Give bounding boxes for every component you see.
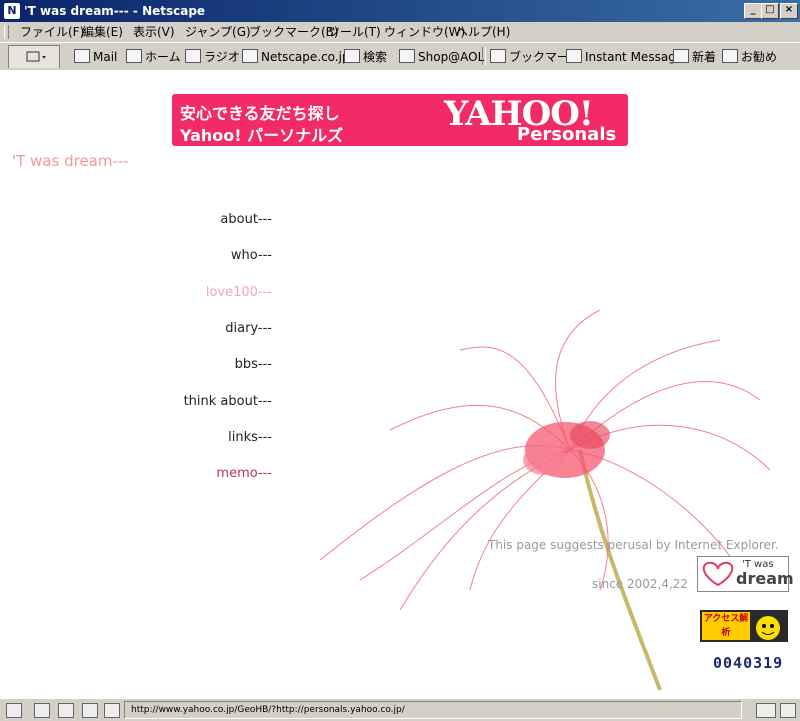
access-label: アクセス解析 [702,612,750,640]
menu-item-1[interactable]: 編集(E) [82,24,123,40]
mascot-icon [756,616,780,640]
bookmark-icon [673,49,689,63]
browser-note: This page suggests perusal by Internet E… [488,538,779,552]
window-title: 'T was dream--- - Netscape [24,4,206,18]
menu-item-0[interactable]: ファイル(F) [20,24,84,40]
toolbar-item-2[interactable]: ラジオ [185,49,240,65]
toolbar-item-9[interactable]: お勧め [722,49,777,65]
shop-icon [399,49,415,63]
nav-link-3[interactable]: diary--- [225,321,272,336]
nav-link-5[interactable]: think about--- [184,394,272,409]
netscape-icon: N [4,3,20,19]
toolbar-item-label: 新着 [692,50,717,64]
page-content: 安心できる友だち探し Yahoo! パーソナルズ YAHOO! Personal… [0,70,800,698]
toolbar-item-label: Mail [93,50,118,64]
minimize-button[interactable]: _ [744,3,762,19]
since-date: since 2002,4,22 [592,577,689,591]
menu-bar: ファイル(F) 編集(E) 表示(V) ジャンプ(G) ブックマーク(B) ツール(T) ウ… [0,22,800,42]
aim-status-icon[interactable] [58,703,74,718]
personal-toolbar: Mail ホーム ラジオ Netscape.co.jp 検索 Shop@AOL ブックマーク… [0,42,800,72]
badge-line2: dream [736,569,794,588]
title-bar: N 'T was dream--- - Netscape _ □ × [0,0,800,22]
home-icon [126,49,142,63]
nav-link-2[interactable]: love100--- [206,285,272,300]
bookmark-icon [722,49,738,63]
toolbar-separator [482,47,486,65]
my-netscape-icon [242,49,258,63]
tab-icon [26,51,46,62]
mail-icon [74,49,90,63]
toolbar-item-3[interactable]: Netscape.co.jp [242,49,350,65]
nav-link-0[interactable]: about--- [220,212,272,227]
menu-item-6[interactable]: ウィンドウ(W) [384,24,465,40]
access-analysis-button[interactable]: アクセス解析 [700,610,788,642]
nav-link-7[interactable]: memo--- [216,466,272,481]
menu-item-2[interactable]: 表示(V) [133,24,175,40]
toolbar-item-4[interactable]: 検索 [344,49,387,65]
toolbar-item-label: 検索 [363,50,388,64]
toolbar-tab[interactable] [8,45,60,68]
toolbar-item-5[interactable]: Shop@AOL [399,49,484,65]
security-lock-icon [780,703,796,718]
maximize-button[interactable]: □ [761,3,779,19]
radio-icon [185,49,201,63]
menu-item-7[interactable]: ヘルプ(H) [456,24,510,40]
toolbar-item-0[interactable]: Mail [74,49,117,65]
status-url: http://www.yahoo.co.jp/GeoHB/?http://per… [124,701,742,719]
banner-line2: Yahoo! パーソナルズ [180,126,344,145]
menu-item-5[interactable]: ツール(T) [328,24,381,40]
status-bar: http://www.yahoo.co.jp/GeoHB/?http://per… [0,698,800,721]
search-icon [344,49,360,63]
close-button[interactable]: × [780,3,798,19]
toolbar-item-label: Shop@AOL [418,50,485,64]
nav-link-1[interactable]: who--- [231,248,272,263]
toolbar-item-label: ラジオ [204,50,240,64]
twas-dream-badge[interactable]: 'T was dream [697,556,794,592]
banner-line1: 安心できる友だち探し [180,104,340,123]
menu-item-3[interactable]: ジャンプ(G) [185,24,251,40]
toolbar-item-label: Instant Message [585,50,684,64]
toolbar-item-1[interactable]: ホーム [126,49,181,65]
menu-item-4[interactable]: ブックマーク(B) [249,24,339,40]
composer-status-icon[interactable] [82,703,98,718]
menu-grip[interactable] [4,25,9,39]
toolbar-item-7[interactable]: Instant Message [566,49,683,65]
connection-icon [756,703,776,718]
toolbar-item-label: ホーム [145,50,181,64]
toolbar-item-8[interactable]: 新着 [673,49,716,65]
address-book-status-icon[interactable] [104,703,120,718]
netscape-status-icon[interactable] [6,703,22,718]
bookmark-icon [566,49,582,63]
nav-link-4[interactable]: bbs--- [235,357,272,372]
mail-status-icon[interactable] [34,703,50,718]
folder-icon [490,49,506,63]
yahoo-personals-banner[interactable]: 安心できる友だち探し Yahoo! パーソナルズ YAHOO! Personal… [172,94,628,146]
nav-link-6[interactable]: links--- [228,430,272,445]
banner-personals: Personals [517,124,617,145]
access-counter: 0040319 [713,654,784,672]
toolbar-item-label: Netscape.co.jp [261,50,350,64]
toolbar-item-label: お勧め [741,50,778,64]
site-title: 'T was dream--- [12,152,129,170]
